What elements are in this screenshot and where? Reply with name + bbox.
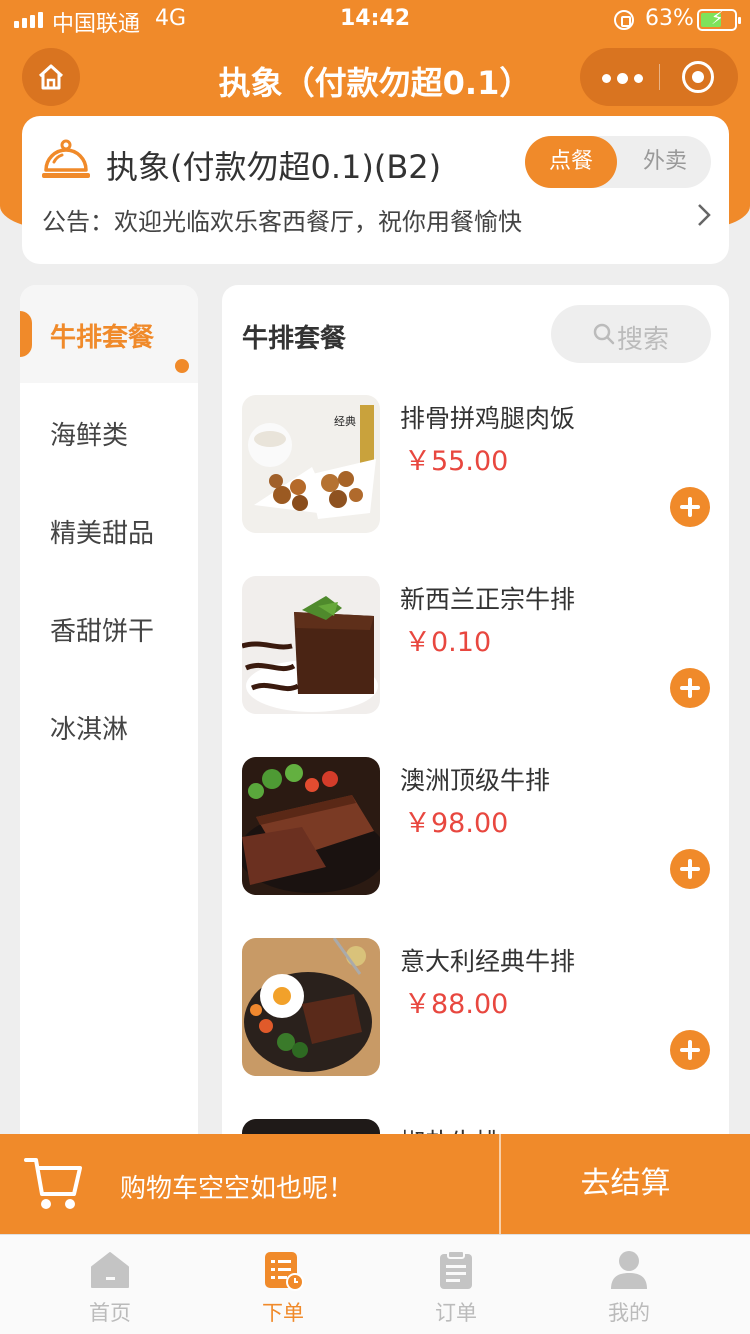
battery-percentage: 63% xyxy=(645,6,694,31)
more-dots-icon[interactable] xyxy=(602,73,643,84)
order-mode-toggle: 点餐 外卖 xyxy=(525,136,711,188)
page-title: 执象（付款勿超0.1） xyxy=(218,64,532,102)
user-icon xyxy=(611,1251,647,1289)
product-image: 经典 xyxy=(242,395,380,533)
category-badge-dot xyxy=(175,359,189,373)
product-name: 新西兰正宗牛排 xyxy=(400,585,576,614)
product-price: ￥98.00 xyxy=(404,808,509,839)
target-icon[interactable] xyxy=(682,61,714,93)
search-icon xyxy=(593,323,615,345)
category-label: 海鲜类 xyxy=(50,421,129,451)
store-name: 执象(付款勿超0.1)(B2) xyxy=(106,148,442,186)
category-item-ice-cream[interactable]: 冰淇淋 xyxy=(20,677,198,775)
product-price: ￥88.00 xyxy=(404,989,509,1020)
cart-empty-text: 购物车空空如也呢！ xyxy=(120,1174,355,1204)
add-to-cart-button[interactable] xyxy=(670,849,710,889)
tab-label: 我的 xyxy=(608,1301,650,1325)
orientation-lock-icon xyxy=(614,10,634,30)
category-sidebar: 牛排套餐 海鲜类 精美甜品 香甜饼干 冰淇淋 xyxy=(20,285,198,1135)
product-image xyxy=(242,938,380,1076)
tab-orders[interactable]: 订单 xyxy=(381,1235,531,1334)
product-item[interactable]: 意大利经典牛排 ￥88.00 xyxy=(222,938,729,1119)
category-item-seafood[interactable]: 海鲜类 xyxy=(20,383,198,481)
battery-icon: ⚡ xyxy=(697,8,741,31)
active-category-indicator xyxy=(20,311,32,357)
tab-bar: 首页 下单 订单 我的 xyxy=(0,1234,750,1334)
shopping-cart-icon[interactable] xyxy=(24,1156,84,1212)
category-label: 香甜饼干 xyxy=(50,617,155,647)
add-to-cart-button[interactable] xyxy=(670,668,710,708)
product-price: ￥0.10 xyxy=(404,627,492,658)
product-list: 牛排套餐 搜索 经典 排骨拼鸡腿肉饭 ￥55.00 新西兰正宗牛排 ￥0.10 … xyxy=(222,285,729,1135)
category-label: 精美甜品 xyxy=(50,519,155,549)
svg-text:经典: 经典 xyxy=(334,414,356,428)
product-image xyxy=(242,1119,380,1135)
store-card: 执象(付款勿超0.1)(B2) 点餐 外卖 公告：欢迎光临欢乐客西餐厅，祝你用餐… xyxy=(22,116,729,264)
category-label: 牛排套餐 xyxy=(50,323,155,353)
section-title: 牛排套餐 xyxy=(242,324,347,354)
takeout-tab[interactable]: 外卖 xyxy=(619,136,711,188)
product-name: 澳洲顶级牛排 xyxy=(400,766,551,795)
product-item[interactable]: 新西兰正宗牛排 ￥0.10 xyxy=(222,576,729,757)
home-button[interactable] xyxy=(22,48,80,106)
order-menu-icon xyxy=(265,1252,304,1291)
tab-label: 订单 xyxy=(435,1301,477,1325)
product-image xyxy=(242,576,380,714)
product-item[interactable]: 椒盐牛排 xyxy=(222,1119,729,1135)
product-name: 意大利经典牛排 xyxy=(400,947,576,976)
tab-label: 下单 xyxy=(262,1301,304,1325)
tab-label: 首页 xyxy=(89,1301,131,1325)
capsule-divider xyxy=(659,64,660,90)
store-notice[interactable]: 公告：欢迎光临欢乐客西餐厅，祝你用餐愉快 xyxy=(42,202,522,237)
search-label: 搜索 xyxy=(617,325,670,355)
category-label: 冰淇淋 xyxy=(50,715,129,745)
product-item[interactable]: 澳洲顶级牛排 ￥98.00 xyxy=(222,757,729,938)
food-dome-icon xyxy=(42,139,90,178)
mini-program-capsule xyxy=(580,48,738,106)
tab-order-menu[interactable]: 下单 xyxy=(208,1235,358,1334)
add-to-cart-button[interactable] xyxy=(670,487,710,527)
category-item-desserts[interactable]: 精美甜品 xyxy=(20,481,198,579)
chevron-right-icon[interactable] xyxy=(696,202,712,228)
status-bar: 中国联通 4G 14:42 63% ⚡ xyxy=(0,0,750,40)
tab-profile[interactable]: 我的 xyxy=(554,1235,704,1334)
product-price: ￥55.00 xyxy=(404,446,509,477)
clock: 14:42 xyxy=(339,6,411,31)
category-item-steak-set[interactable]: 牛排套餐 xyxy=(20,285,198,383)
dine-in-tab[interactable]: 点餐 xyxy=(525,136,617,188)
product-image xyxy=(242,757,380,895)
search-button[interactable]: 搜索 xyxy=(551,305,711,363)
checkout-button[interactable]: 去结算 xyxy=(501,1134,750,1234)
cart-bar: 购物车空空如也呢！ 去结算 xyxy=(0,1134,750,1234)
product-item[interactable]: 经典 排骨拼鸡腿肉饭 ￥55.00 xyxy=(222,395,729,576)
category-item-biscuits[interactable]: 香甜饼干 xyxy=(20,579,198,677)
home-icon xyxy=(38,64,64,90)
clipboard-icon xyxy=(440,1250,472,1289)
product-name: 排骨拼鸡腿肉饭 xyxy=(400,404,576,433)
add-to-cart-button[interactable] xyxy=(670,1030,710,1070)
tab-home[interactable]: 首页 xyxy=(35,1235,185,1334)
home-icon xyxy=(91,1252,129,1288)
